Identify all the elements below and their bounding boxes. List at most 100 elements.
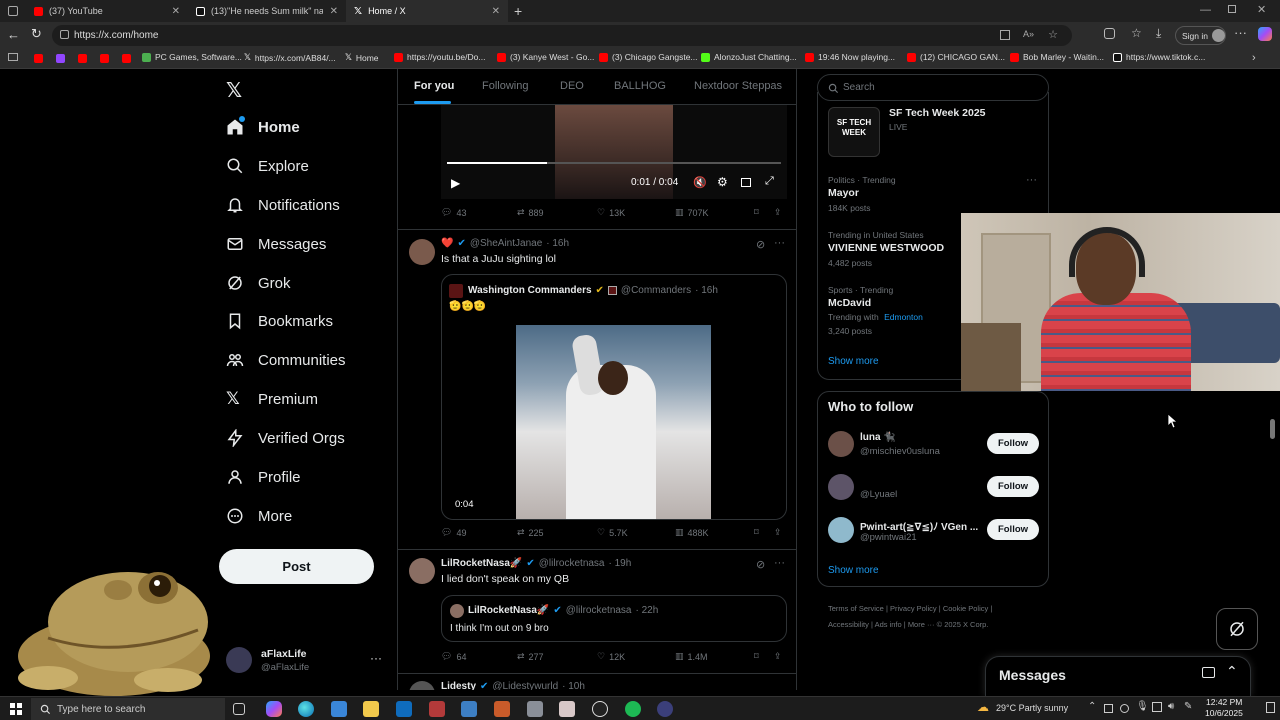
bookmark-item[interactable]: (3) Kanye West - Go...	[497, 52, 594, 62]
post-button[interactable]: Post	[219, 549, 374, 584]
avatar[interactable]	[828, 431, 854, 457]
video-player[interactable]: ▶ 0:01 / 0:04 🔇 ⚙ ⤢	[441, 105, 787, 199]
repost-button[interactable]: ⇄ 277	[517, 651, 544, 662]
nav-messages[interactable]: Messages	[226, 235, 326, 253]
tab-ballhog[interactable]: BALLHOG	[614, 80, 666, 92]
tray-icon[interactable]	[1120, 704, 1129, 713]
app-icon[interactable]	[559, 701, 575, 717]
microsoft-store-icon[interactable]	[331, 701, 347, 717]
pen-icon[interactable]: ✎	[1184, 701, 1192, 712]
more-dots-icon[interactable]: ···	[1026, 174, 1037, 186]
repost-button[interactable]: ⇄ 225	[517, 527, 544, 538]
bookmark-button[interactable]: ⌑	[754, 207, 759, 218]
settings-more-icon[interactable]: ···	[1234, 25, 1247, 40]
outlook-icon[interactable]	[396, 701, 412, 717]
mute-icon[interactable]: 🔇	[693, 176, 707, 189]
bookmark-item[interactable]: AlonzoJust Chatting...	[701, 52, 797, 62]
nav-more[interactable]: More	[226, 507, 292, 525]
bookmark-item[interactable]: https://youtu.be/Do...	[394, 52, 485, 62]
views-button[interactable]: ▥ 1.4M	[675, 651, 708, 662]
more-dots-icon[interactable]: ···	[774, 557, 785, 569]
twitch-bookmark-icon[interactable]	[56, 54, 65, 63]
extensions-icon[interactable]	[1104, 28, 1115, 39]
quoted-post[interactable]: Washington Commanders ✔ @Commanders · 16…	[441, 274, 787, 520]
chevron-up-icon[interactable]: ⌃	[1226, 663, 1238, 680]
views-button[interactable]: ▥ 707K	[675, 207, 709, 218]
nav-home[interactable]: Home	[226, 116, 300, 136]
clock-time[interactable]: 12:42 PM	[1206, 697, 1242, 707]
maximize-button[interactable]	[1228, 5, 1236, 13]
downloads-icon[interactable]: ⤓	[1156, 26, 1161, 41]
avatar[interactable]	[828, 474, 854, 500]
follow-button[interactable]: Follow	[987, 476, 1039, 497]
volume-icon[interactable]: 🔊︎	[1168, 701, 1174, 712]
tray-chevron-up-icon[interactable]: ⌃	[1088, 701, 1096, 712]
app-icon[interactable]	[461, 701, 477, 717]
like-button[interactable]: ♡ 5.7K	[597, 527, 628, 538]
share-button[interactable]: ⇪	[774, 527, 782, 538]
show-more-link[interactable]: Show more	[828, 565, 879, 576]
back-arrow-icon[interactable]: ←	[7, 27, 20, 42]
nav-premium[interactable]: 𝕏 Premium	[226, 390, 318, 408]
quoted-post[interactable]: LilRocketNasa🚀 ✔ @lilrocketnasa · 22h I …	[441, 595, 787, 642]
nav-notifications[interactable]: Notifications	[226, 196, 340, 214]
microphone-icon[interactable]: 🎙︎	[1136, 701, 1149, 712]
close-window-button[interactable]: ✕	[1257, 3, 1266, 16]
weather-text[interactable]: 29°C Partly sunny	[996, 703, 1068, 713]
bookmark-button[interactable]: ⌑	[754, 527, 759, 538]
tab-deo[interactable]: DEO	[560, 80, 584, 92]
favorite-star-icon[interactable]: ☆	[1048, 28, 1058, 41]
chevron-right-icon[interactable]: ›	[1252, 52, 1256, 64]
app-available-icon[interactable]	[1000, 30, 1010, 40]
messages-drawer[interactable]: Messages ⌃	[985, 656, 1251, 696]
grok-icon[interactable]: ⊘	[756, 238, 765, 251]
post-handle[interactable]: @lilrocketnasa	[539, 558, 605, 569]
new-tab-button[interactable]: +	[514, 3, 522, 19]
nav-verified-orgs[interactable]: Verified Orgs	[226, 429, 345, 447]
clock-date[interactable]: 10/6/2025	[1205, 708, 1243, 718]
site-info-icon[interactable]	[60, 30, 69, 39]
share-button[interactable]: ⇪	[774, 207, 782, 218]
post-author-name[interactable]: ❤️	[441, 238, 453, 249]
nav-explore[interactable]: Explore	[226, 157, 309, 175]
new-message-icon[interactable]	[1202, 667, 1215, 678]
close-tab-icon[interactable]: ✕	[492, 6, 500, 17]
avatar[interactable]	[828, 517, 854, 543]
event-item[interactable]: SF TECH WEEK SF Tech Week 2025 LIVE	[828, 107, 1038, 157]
trend-related-link[interactable]: Edmonton	[884, 312, 923, 322]
avatar[interactable]	[409, 558, 435, 584]
bookmark-item[interactable]: 19:46 Now playing...	[805, 52, 895, 62]
favorites-icon[interactable]: ☆	[1131, 26, 1142, 40]
nav-grok[interactable]: Grok	[226, 274, 291, 292]
notifications-icon[interactable]	[1266, 702, 1275, 713]
copilot-icon[interactable]	[266, 701, 282, 717]
bookmark-item[interactable]: (3) Chicago Gangste...	[599, 52, 698, 62]
spotify-icon[interactable]	[625, 701, 641, 717]
address-bar[interactable]: https://x.com/home ☆ A»	[52, 25, 1072, 46]
edge-browser-icon[interactable]	[298, 701, 314, 717]
windows-start-icon[interactable]	[10, 703, 22, 715]
reply-button[interactable]: 💬︎ 43	[441, 207, 466, 218]
sign-in-button[interactable]: Sign in	[1175, 26, 1226, 45]
grok-icon[interactable]: ⊘	[756, 558, 765, 571]
footer-link[interactable]: Accessibility	[828, 620, 869, 629]
weather-icon[interactable]: ☁	[977, 700, 989, 714]
pip-icon[interactable]	[741, 178, 751, 187]
browser-tab-youtube[interactable]: (37) YouTube ✕	[26, 0, 188, 22]
post-author-name[interactable]: LilRocketNasa🚀	[441, 558, 522, 569]
app-icon[interactable]	[494, 701, 510, 717]
follow-suggestion-name[interactable]: Pwint-art(≧∇≦)ﾉ VGen ...	[860, 518, 980, 533]
x-logo-icon[interactable]: 𝕏	[226, 78, 242, 103]
browser-tab-x-home[interactable]: 𝕏 Home / X ✕	[346, 0, 508, 22]
youtube-bookmark-icon[interactable]	[34, 54, 43, 63]
more-dots-icon[interactable]: ···	[370, 651, 382, 665]
footer-link[interactable]: Cookie Policy	[943, 604, 988, 613]
nav-communities[interactable]: Communities	[226, 351, 346, 369]
tab-nextdoor-steppas[interactable]: Nextdoor Steppas	[694, 80, 782, 92]
read-aloud-icon[interactable]: A»	[1023, 29, 1034, 39]
bookmark-item[interactable]: 𝕏https://x.com/AB84/...	[244, 52, 336, 63]
like-button[interactable]: ♡ 12K	[597, 651, 625, 662]
post-handle[interactable]: @Lidestywurld	[492, 681, 558, 690]
bookmark-item[interactable]: Bob Marley - Waitin...	[1010, 52, 1104, 62]
play-icon[interactable]: ▶	[451, 176, 460, 190]
